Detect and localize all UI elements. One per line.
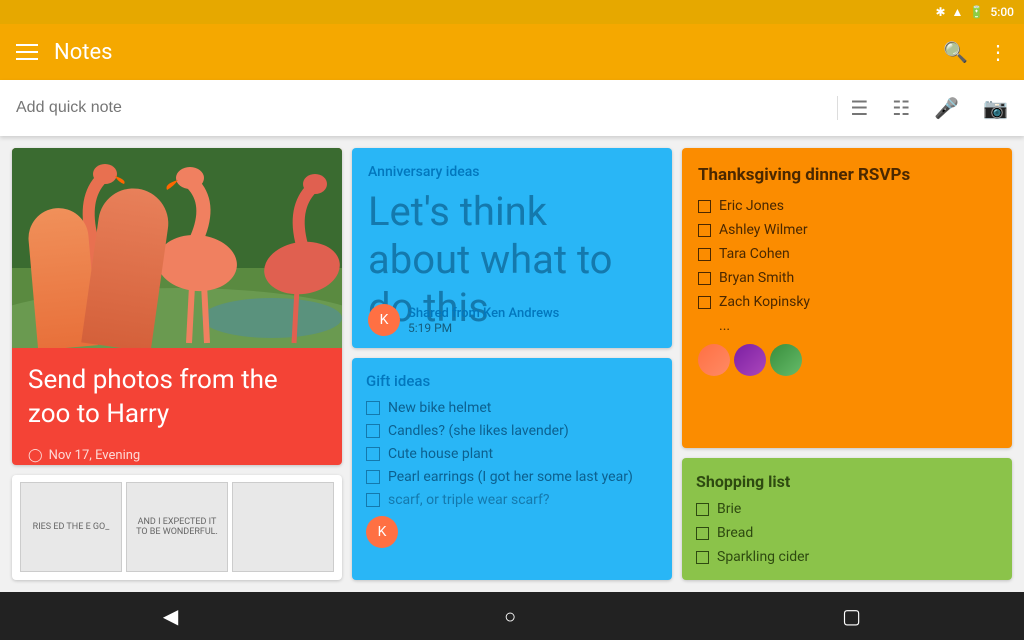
rsvp-5: Zach Kopinsky	[719, 294, 810, 310]
thanksgiving-note[interactable]: Thanksgiving dinner RSVPs Eric Jones Ash…	[682, 148, 1012, 448]
battery-icon: 🔋	[969, 5, 984, 19]
list-item: Candles? (she likes lavender)	[366, 423, 658, 439]
notes-column-2: Anniversary ideas Let's think about what…	[352, 148, 672, 580]
gift-avatar: K	[366, 516, 398, 548]
home-button[interactable]: ○	[504, 604, 516, 629]
notes-column-3: Thanksgiving dinner RSVPs Eric Jones Ash…	[682, 148, 1012, 580]
hamburger-menu[interactable]	[16, 44, 38, 60]
gift-item-4: Pearl earrings (I got her some last year…	[388, 469, 633, 485]
gift-item-3: Cute house plant	[388, 446, 493, 462]
recent-button[interactable]: ▢	[842, 604, 861, 628]
shopping-title: Shopping list	[696, 472, 998, 491]
gift-item-1: New bike helmet	[388, 400, 491, 416]
clock-icon: ◯	[28, 448, 43, 463]
checkbox	[696, 551, 709, 564]
anniversary-note[interactable]: Anniversary ideas Let's think about what…	[352, 148, 672, 348]
checkbox	[698, 200, 711, 213]
more-options-icon[interactable]: ⋮	[988, 40, 1008, 64]
comic-cell-3	[232, 482, 334, 572]
ken-avatar: K	[368, 304, 400, 336]
list-item: Sparkling cider	[696, 549, 998, 565]
flamingo-text-area: Send photos from the zoo to Harry ◯ Nov …	[12, 348, 342, 465]
list-item: Bread	[696, 525, 998, 541]
checkbox	[698, 248, 711, 261]
checkbox	[366, 470, 380, 484]
checkbox	[366, 401, 380, 415]
thanksgiving-title: Thanksgiving dinner RSVPs	[698, 164, 996, 186]
anniversary-footer: K Shared from Ken Andrews 5:19 PM	[368, 304, 559, 336]
list-item: Cute house plant	[366, 446, 658, 462]
rsvp-3: Tara Cohen	[719, 246, 790, 262]
comic-cell-1: RIES ED THE E GO_	[20, 482, 122, 572]
checkbox	[698, 224, 711, 237]
gift-item-5: scarf, or triple wear scarf?	[388, 492, 549, 508]
avatar-3	[770, 344, 802, 376]
list-note-icon[interactable]: ☷	[892, 96, 910, 120]
shopping-item-1: Brie	[717, 501, 741, 517]
rsvp-1: Eric Jones	[719, 198, 784, 214]
bluetooth-icon: ✱	[935, 5, 945, 19]
gift-item-2: Candles? (she likes lavender)	[388, 423, 569, 439]
quick-note-icons: ☰ ☷ 🎤 📷	[837, 96, 1008, 120]
gift-note[interactable]: Gift ideas New bike helmet Candles? (she…	[352, 358, 672, 580]
comic-cell-2: AND I EXPECTED IT TO BE WONDERFUL.	[126, 482, 228, 572]
checkbox	[698, 272, 711, 285]
checkbox	[698, 296, 711, 309]
comic-strip: RIES ED THE E GO_ AND I EXPECTED IT TO B…	[12, 475, 342, 581]
quick-note-input[interactable]	[16, 99, 825, 117]
quick-note-bar: ☰ ☷ 🎤 📷	[0, 80, 1024, 136]
list-item: Ashley Wilmer	[698, 222, 996, 238]
text-note-icon[interactable]: ☰	[850, 96, 868, 120]
avatar-row	[698, 344, 996, 376]
back-button[interactable]: ◀	[163, 604, 178, 628]
notes-grid: Send photos from the zoo to Harry ◯ Nov …	[0, 136, 1024, 592]
toolbar: Notes 🔍 ⋮	[0, 24, 1024, 80]
camera-icon[interactable]: 📷	[983, 96, 1008, 120]
anniversary-tag: Anniversary ideas	[368, 164, 656, 180]
list-item: Tara Cohen	[698, 246, 996, 262]
shopping-item-2: Bread	[717, 525, 753, 541]
toolbar-actions: 🔍 ⋮	[943, 40, 1008, 64]
signal-icon: ▲	[952, 5, 964, 19]
list-item: Brie	[696, 501, 998, 517]
flamingo-image	[12, 148, 342, 348]
shared-info: Shared from Ken Andrews 5:19 PM	[408, 306, 559, 335]
search-icon[interactable]: 🔍	[943, 40, 968, 64]
list-item: Zach Kopinsky	[698, 294, 996, 310]
app-title: Notes	[54, 40, 943, 65]
notes-column-1: Send photos from the zoo to Harry ◯ Nov …	[12, 148, 342, 580]
list-item: Pearl earrings (I got her some last year…	[366, 469, 658, 485]
avatar-1	[698, 344, 730, 376]
list-item: Eric Jones	[698, 198, 996, 214]
shared-time: 5:19 PM	[408, 321, 559, 335]
avatar-2	[734, 344, 766, 376]
shopping-note[interactable]: Shopping list Brie Bread Sparkling cider	[682, 458, 1012, 580]
list-item: New bike helmet	[366, 400, 658, 416]
rsvp-4: Bryan Smith	[719, 270, 794, 286]
status-bar: ✱ ▲ 🔋 5:00	[0, 0, 1024, 24]
checkbox	[696, 503, 709, 516]
comic-note[interactable]: RIES ED THE E GO_ AND I EXPECTED IT TO B…	[12, 475, 342, 581]
flamingo-note-date: ◯ Nov 17, Evening	[28, 448, 326, 463]
checkbox	[366, 447, 380, 461]
rsvp-2: Ashley Wilmer	[719, 222, 808, 238]
list-item: scarf, or triple wear scarf?	[366, 492, 658, 508]
checkbox	[366, 493, 380, 507]
bottom-nav: ◀ ○ ▢	[0, 592, 1024, 640]
checkbox	[696, 527, 709, 540]
flamingo-note-title: Send photos from the zoo to Harry	[28, 364, 326, 432]
gift-note-title: Gift ideas	[366, 372, 658, 390]
flamingo-note[interactable]: Send photos from the zoo to Harry ◯ Nov …	[12, 148, 342, 465]
mic-icon[interactable]: 🎤	[934, 96, 959, 120]
list-item: Bryan Smith	[698, 270, 996, 286]
checkbox	[366, 424, 380, 438]
shopping-item-3: Sparkling cider	[717, 549, 809, 565]
shared-by: Shared from Ken Andrews	[408, 306, 559, 321]
thanksgiving-more: ...	[719, 318, 996, 334]
status-time: 5:00	[990, 5, 1014, 19]
